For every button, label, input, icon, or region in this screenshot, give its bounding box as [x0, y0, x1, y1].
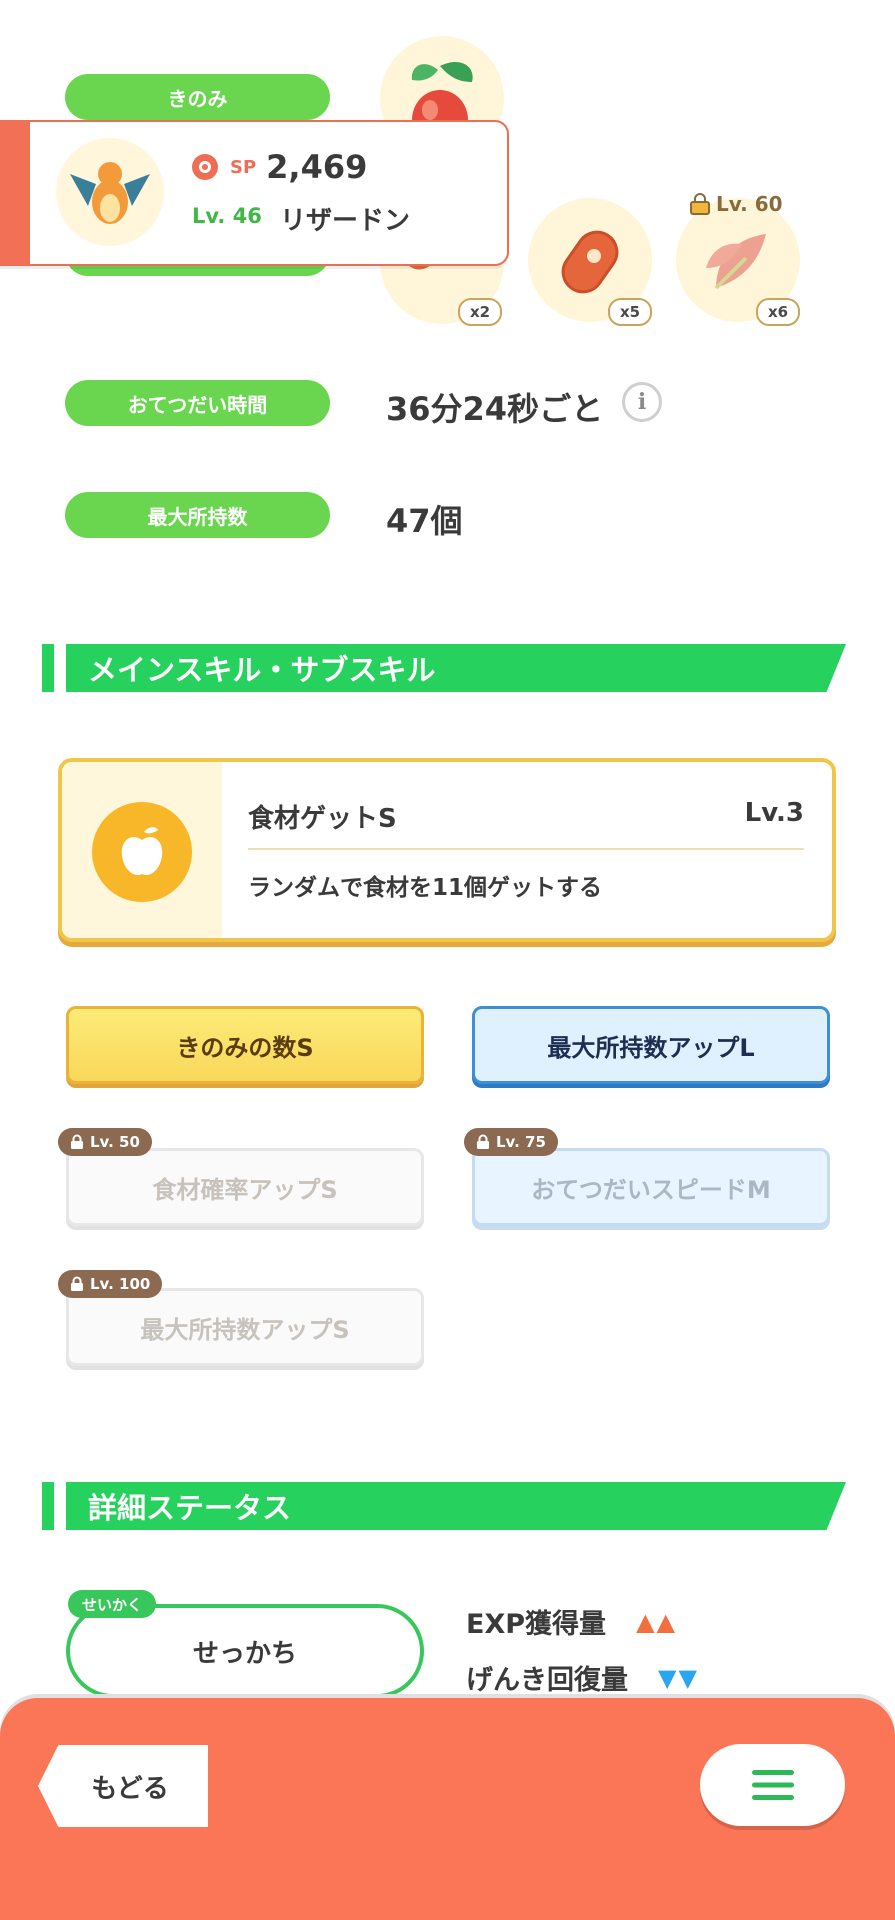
- ingredient-quantity-3: x6: [756, 298, 801, 326]
- main-skill-icon-panel: [62, 762, 222, 938]
- menu-button[interactable]: [700, 1744, 845, 1826]
- main-skill-card[interactable]: 食材ゲットS Lv.3 ランダムで食材を11個ゲットする: [58, 758, 836, 942]
- main-skill-level: Lv.3: [744, 798, 804, 828]
- berry-label: きのみ: [65, 74, 330, 120]
- menu-icon: [751, 1770, 794, 1800]
- info-icon[interactable]: i: [622, 382, 662, 422]
- ingredient-quantity-1: x2: [458, 298, 503, 326]
- help-time-label: おてつだい時間: [65, 380, 330, 426]
- section-marker: [42, 1482, 54, 1530]
- pokemon-icon: [70, 162, 150, 224]
- sub-skill-4-locked[interactable]: おてつだいスピードM: [472, 1148, 830, 1226]
- status-section-title: 詳細ステータス: [66, 1482, 846, 1530]
- lock-icon: [71, 1276, 83, 1291]
- sp-icon: [192, 154, 218, 180]
- help-time-value: 36分24秒ごと: [386, 390, 604, 428]
- ingredient-quantity-2: x5: [608, 298, 653, 326]
- pokemon-name: リザードン: [280, 206, 411, 236]
- lock-level: Lv. 50: [90, 1133, 140, 1151]
- sub-skill-5-locked[interactable]: 最大所持数アップS: [66, 1288, 424, 1366]
- sp-label: SP: [230, 156, 257, 178]
- main-skill-description: ランダムで食材を11個ゲットする: [248, 875, 603, 901]
- max-carry-label: 最大所持数: [65, 492, 330, 538]
- main-skill-divider: [248, 848, 804, 850]
- apple-icon: [92, 802, 192, 902]
- lock-icon: [71, 1134, 83, 1149]
- sub-skill-3-locked[interactable]: 食材確率アップS: [66, 1148, 424, 1226]
- sp-row: SP 2,469: [190, 148, 367, 186]
- locked-level-text: Lv. 60: [716, 192, 783, 216]
- stat-energy-label: げんき回復量: [466, 1665, 628, 1696]
- stat-exp-label: EXP獲得量: [466, 1609, 607, 1640]
- skills-section-title: メインスキル・サブスキル: [66, 644, 846, 692]
- pokemon-card-stripe: [0, 120, 30, 266]
- stat-exp-up-arrows: ▲▲: [636, 1607, 677, 1636]
- pokemon-level: Lv. 46: [192, 204, 262, 228]
- pokemon-avatar: [56, 138, 164, 246]
- sub-skill-5-lock-tag: Lv. 100: [58, 1270, 163, 1298]
- stat-energy-down-arrows: ▼▼: [658, 1663, 699, 1692]
- stat-exp: EXP獲得量 ▲▲: [466, 1602, 677, 1641]
- main-skill-name: 食材ゲットS: [248, 804, 397, 834]
- lock-icon: [477, 1134, 489, 1149]
- sp-value: 2,469: [266, 148, 368, 186]
- locked-ingredient-level: Lv. 60: [690, 192, 783, 216]
- lock-icon: [690, 193, 710, 215]
- stat-energy: げんき回復量 ▼▼: [466, 1658, 699, 1697]
- lock-level: Lv. 75: [496, 1133, 546, 1151]
- section-marker: [42, 644, 54, 692]
- lock-level: Lv. 100: [90, 1275, 151, 1293]
- sub-skill-1[interactable]: きのみの数S: [66, 1006, 424, 1084]
- nature-value-box[interactable]: せっかち: [66, 1604, 424, 1698]
- sub-skill-3-lock-tag: Lv. 50: [58, 1128, 152, 1156]
- nature-tag: せいかく: [68, 1590, 157, 1618]
- sub-skill-2[interactable]: 最大所持数アップL: [472, 1006, 830, 1084]
- sub-skill-4-lock-tag: Lv. 75: [464, 1128, 558, 1156]
- max-carry-value: 47個: [386, 502, 463, 540]
- back-button[interactable]: もどる: [38, 1745, 208, 1827]
